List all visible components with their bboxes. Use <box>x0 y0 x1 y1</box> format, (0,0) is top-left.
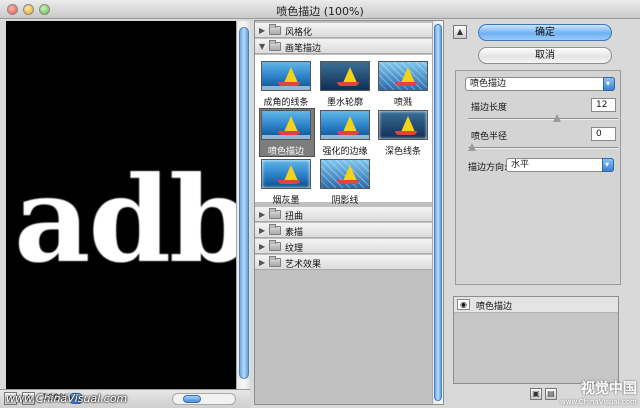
filter-preview-image <box>378 61 428 91</box>
chevron-down-icon <box>603 77 615 91</box>
category-label: 扭曲 <box>285 212 304 222</box>
filter-settings-panel: 喷色描边 描边长度 12 喷色半径 0 描边方向: 水平 <box>455 70 621 285</box>
category-label: 素描 <box>285 228 304 238</box>
effect-layers-panel: ◉ 喷色描边 <box>453 296 619 384</box>
thumbnail-label: 强化的边缘 <box>322 147 368 157</box>
preview-vertical-scrollbar[interactable] <box>236 21 250 389</box>
filter-preview-image <box>261 159 311 189</box>
gallery-scrollbar[interactable] <box>432 21 443 404</box>
thumbnail-label: 烟灰墨 <box>272 196 300 206</box>
folder-icon <box>269 40 281 51</box>
preview-canvas[interactable]: adb <box>6 21 236 389</box>
thumbnail-label: 深色线条 <box>384 147 421 157</box>
brand-watermark: 视觉中国 www.ChinaVisual.com <box>560 378 637 406</box>
preview-horizontal-scrollbar[interactable] <box>172 393 236 405</box>
filter-select[interactable]: 喷色描边 <box>465 77 615 91</box>
category-stylize[interactable]: ▶ 风格化 <box>255 23 433 38</box>
chevron-down-icon <box>602 158 614 172</box>
slider-knob[interactable] <box>553 114 561 122</box>
ok-button[interactable]: 确定 <box>478 24 612 41</box>
thumbnail-label: 喷溅 <box>393 98 412 108</box>
spray-radius-slider[interactable] <box>468 143 618 151</box>
filter-gallery-window: 喷色描边 (100%) adb − + 100% www.ChinaVisual… <box>0 0 640 408</box>
spray-radius-label: 喷色半径 <box>471 132 508 142</box>
new-effect-layer-button[interactable]: ▣ <box>530 388 542 400</box>
title-bar: 喷色描边 (100%) <box>0 0 640 19</box>
category-label: 画笔描边 <box>285 44 322 54</box>
category-distort[interactable]: ▶ 扭曲 <box>255 207 433 222</box>
stroke-length-input[interactable]: 12 <box>591 98 616 112</box>
thumbnail-label: 成角的线条 <box>263 98 309 108</box>
folder-icon <box>269 24 281 35</box>
expand-triangle-icon: ▶ <box>259 258 266 267</box>
stroke-length-label: 描边长度 <box>471 103 508 113</box>
filter-gallery-panel: ▶ 风格化 ▼ 画笔描边 成角的线条 墨水轮廓 喷溅 喷色描边 强化的边缘 深色… <box>254 20 444 405</box>
toggle-gallery-button[interactable]: ▲ <box>453 25 467 39</box>
effect-layer-name: 喷色描边 <box>476 302 513 312</box>
filter-preview-image <box>261 110 311 140</box>
expand-triangle-icon: ▶ <box>259 210 266 219</box>
filter-select-value: 喷色描边 <box>470 79 507 89</box>
stroke-direction-value: 水平 <box>511 160 530 170</box>
category-label: 风格化 <box>285 28 313 38</box>
collapse-triangle-icon: ▼ <box>259 42 266 51</box>
window-title: 喷色描边 (100%) <box>276 5 364 18</box>
filter-preview-image <box>378 110 428 140</box>
filter-preview-image <box>320 61 370 91</box>
folder-icon <box>269 208 281 219</box>
category-texture[interactable]: ▶ 纹理 <box>255 239 433 254</box>
category-label: 纹理 <box>285 244 304 254</box>
expand-triangle-icon: ▶ <box>259 26 266 35</box>
watermark-url: www.ChinaVisual.com <box>6 392 128 405</box>
brand-name: 视觉中国 <box>580 381 637 397</box>
gallery-scroll-thumb[interactable] <box>434 24 442 401</box>
folder-icon <box>269 240 281 251</box>
expand-triangle-icon: ▶ <box>259 226 266 235</box>
filter-list: ▶ 风格化 ▼ 画笔描边 成角的线条 墨水轮廓 喷溅 喷色描边 强化的边缘 深色… <box>255 21 433 404</box>
filter-preview-image <box>320 159 370 189</box>
filter-preview-image <box>320 110 370 140</box>
spray-radius-input[interactable]: 0 <box>591 127 616 141</box>
stroke-direction-label: 描边方向: <box>468 163 508 173</box>
delete-effect-layer-button[interactable]: ▤ <box>545 388 557 400</box>
folder-icon <box>269 224 281 235</box>
expand-triangle-icon: ▶ <box>259 242 266 251</box>
cancel-button[interactable]: 取消 <box>478 47 612 64</box>
preview-scroll-thumb[interactable] <box>239 27 249 379</box>
filter-preview-image <box>261 61 311 91</box>
thumbnail-label: 喷色描边 <box>267 147 304 157</box>
brand-url: www.ChinaVisual.com <box>560 398 637 406</box>
thumbnail-label: 墨水轮廓 <box>326 98 363 108</box>
preview-sample-text: adb <box>14 150 236 289</box>
slider-knob[interactable] <box>468 143 476 151</box>
effect-layer-row[interactable]: ◉ 喷色描边 <box>454 297 618 313</box>
category-artistic[interactable]: ▶ 艺术效果 <box>255 255 433 270</box>
category-sketch[interactable]: ▶ 素描 <box>255 223 433 238</box>
eye-icon[interactable]: ◉ <box>457 299 470 310</box>
brush-strokes-thumbnails: 成角的线条 墨水轮廓 喷溅 喷色描边 强化的边缘 深色线条 烟灰墨 阴影线 <box>255 55 433 206</box>
category-label: 艺术效果 <box>285 260 322 270</box>
horizontal-scroll-thumb[interactable] <box>183 395 201 403</box>
stroke-direction-select[interactable]: 水平 <box>506 158 614 172</box>
folder-icon <box>269 256 281 267</box>
category-brush-strokes[interactable]: ▼ 画笔描边 <box>255 39 433 54</box>
thumbnail-label: 阴影线 <box>331 196 359 206</box>
stroke-length-slider[interactable] <box>468 114 618 122</box>
